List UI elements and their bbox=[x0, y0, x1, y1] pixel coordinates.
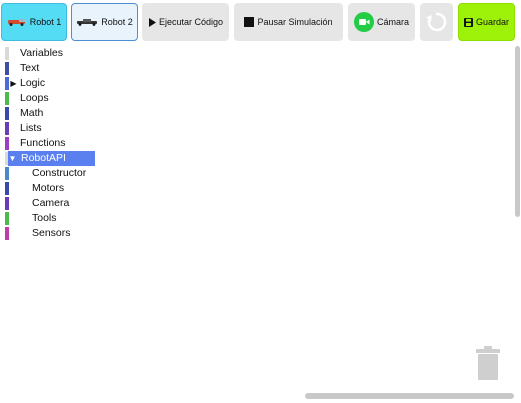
expand-arrow-icon[interactable]: ▶ bbox=[9, 76, 18, 91]
category-math[interactable]: Math bbox=[0, 106, 130, 121]
category-label: Logic bbox=[20, 77, 46, 89]
collapse-arrow-icon[interactable]: ▼ bbox=[8, 151, 17, 166]
category-lists[interactable]: Lists bbox=[0, 121, 130, 136]
category-variables[interactable]: Variables bbox=[0, 46, 130, 61]
category-label: Text bbox=[20, 62, 40, 74]
category-label: Variables bbox=[20, 47, 63, 59]
subcategory-label: Constructor bbox=[32, 167, 87, 179]
subcategory-sensors[interactable]: Sensors bbox=[0, 226, 130, 241]
category-label: Functions bbox=[20, 137, 66, 149]
category-color-bar bbox=[5, 212, 9, 225]
category-color-bar bbox=[5, 182, 9, 195]
category-label: RobotAPI bbox=[21, 152, 66, 164]
play-icon bbox=[148, 17, 156, 27]
category-color-bar bbox=[5, 122, 9, 135]
blockly-editor-page: Robot 1 Robot 2 Ejecutar Código Pausar S… bbox=[0, 0, 521, 403]
robot2-label: Robot 2 bbox=[101, 17, 133, 27]
category-color-bar bbox=[5, 167, 9, 180]
robot-car-icon bbox=[76, 18, 98, 26]
trash-can-icon[interactable] bbox=[474, 345, 502, 381]
category-color-bar bbox=[5, 47, 9, 60]
workspace-horizontal-scrollbar[interactable] bbox=[305, 393, 514, 399]
save-button[interactable]: Guardar bbox=[458, 3, 515, 41]
robot2-button[interactable]: Robot 2 bbox=[71, 3, 138, 41]
run-code-label: Ejecutar Código bbox=[158, 17, 224, 27]
category-color-bar bbox=[5, 62, 9, 75]
camera-button[interactable]: Cámara bbox=[348, 3, 415, 41]
category-loops[interactable]: Loops bbox=[0, 91, 130, 106]
camera-label: Cámara bbox=[376, 17, 409, 27]
subcategory-label: Tools bbox=[32, 212, 57, 224]
subcategory-label: Sensors bbox=[32, 227, 71, 239]
toolbar: Robot 1 Robot 2 Ejecutar Código Pausar S… bbox=[0, 0, 521, 46]
subcategory-motors[interactable]: Motors bbox=[0, 181, 130, 196]
robot1-button[interactable]: Robot 1 bbox=[1, 3, 67, 41]
workspace-vertical-scrollbar[interactable] bbox=[515, 46, 520, 217]
category-text[interactable]: Text bbox=[0, 61, 130, 76]
category-color-bar bbox=[5, 92, 9, 105]
video-camera-icon bbox=[353, 12, 374, 32]
refresh-icon bbox=[425, 11, 448, 33]
category-label: Loops bbox=[20, 92, 49, 104]
category-color-bar bbox=[5, 197, 9, 210]
subcategory-label: Motors bbox=[32, 182, 65, 194]
robot-car-icon bbox=[7, 18, 27, 26]
subcategory-constructor[interactable]: Constructor bbox=[0, 166, 130, 181]
category-color-bar bbox=[5, 137, 9, 150]
pause-simulation-button[interactable]: Pausar Simulación bbox=[234, 3, 343, 41]
save-label: Guardar bbox=[475, 17, 510, 27]
category-functions[interactable]: Functions bbox=[0, 136, 130, 151]
reset-button[interactable] bbox=[420, 3, 453, 41]
run-code-button[interactable]: Ejecutar Código bbox=[142, 3, 229, 41]
category-label: Math bbox=[20, 107, 44, 119]
category-color-bar bbox=[5, 107, 9, 120]
subcategory-tools[interactable]: Tools bbox=[0, 211, 130, 226]
subcategory-camera[interactable]: Camera bbox=[0, 196, 130, 211]
category-color-bar bbox=[5, 227, 9, 240]
stop-square-icon bbox=[244, 17, 255, 27]
floppy-disk-icon bbox=[463, 17, 473, 27]
toolbox-category-tree: Variables Text ▶ Logic Loops Math Lists … bbox=[0, 46, 130, 241]
robot1-label: Robot 1 bbox=[29, 17, 62, 27]
pause-simulation-label: Pausar Simulación bbox=[257, 17, 333, 27]
subcategory-label: Camera bbox=[32, 197, 70, 209]
category-label: Lists bbox=[20, 122, 42, 134]
category-robotapi[interactable]: ▼ RobotAPI bbox=[0, 151, 130, 166]
category-logic[interactable]: ▶ Logic bbox=[0, 76, 130, 91]
